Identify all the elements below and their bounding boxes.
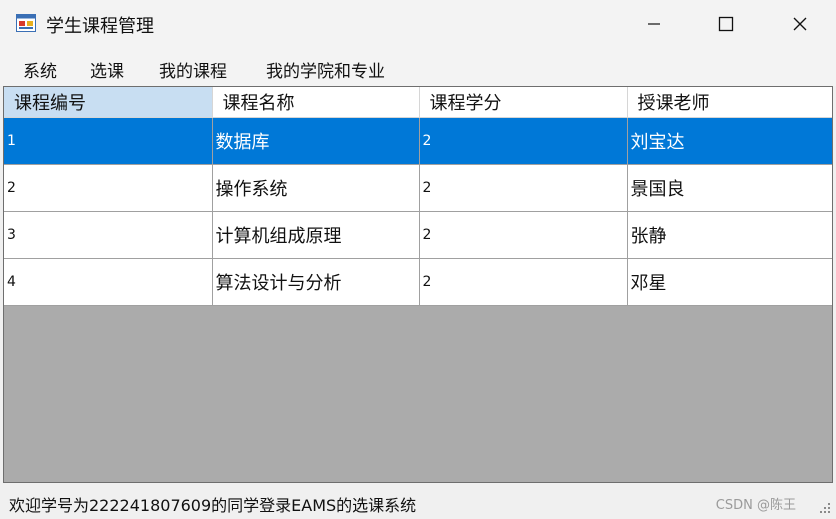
cell-course-id[interactable]: 2 bbox=[4, 164, 213, 212]
app-window: 学生课程管理 系统 选课 我的课程 我的学院和专业 课程编号 课程名称 课程学分… bbox=[0, 0, 836, 519]
watermark: CSDN @陈王 bbox=[715, 498, 796, 513]
cell-course-name[interactable]: 数据库 bbox=[212, 117, 420, 165]
cell-course-id[interactable]: 1 bbox=[4, 117, 213, 165]
cell-course-name[interactable]: 算法设计与分析 bbox=[212, 258, 420, 306]
close-button[interactable] bbox=[772, 0, 828, 48]
table-header-row: 课程编号 课程名称 课程学分 授课老师 bbox=[4, 87, 832, 118]
column-header-course-credits[interactable]: 课程学分 bbox=[419, 87, 628, 118]
table-row[interactable]: 1 数据库 2 刘宝达 bbox=[4, 117, 832, 165]
cell-teacher[interactable]: 邓星 bbox=[627, 258, 832, 306]
course-table: 课程编号 课程名称 课程学分 授课老师 1 数据库 2 刘宝达 2 操作系统 2 bbox=[4, 87, 832, 306]
menu-bar: 系统 选课 我的课程 我的学院和专业 bbox=[0, 48, 836, 86]
menu-item-system[interactable]: 系统 bbox=[21, 57, 59, 82]
status-label: 欢迎学号为222241807609的同学登录EAMS的选课系统 bbox=[9, 496, 417, 515]
cell-course-credits[interactable]: 2 bbox=[419, 211, 628, 259]
column-header-course-id[interactable]: 课程编号 bbox=[4, 87, 213, 118]
menu-item-my-college-major[interactable]: 我的学院和专业 bbox=[264, 57, 387, 82]
minimize-icon bbox=[648, 23, 660, 25]
status-bar: 欢迎学号为222241807609的同学登录EAMS的选课系统 CSDN @陈王 bbox=[0, 484, 836, 519]
table-row[interactable]: 2 操作系统 2 景国良 bbox=[4, 164, 832, 212]
cell-course-credits[interactable]: 2 bbox=[419, 117, 628, 165]
table-row[interactable]: 3 计算机组成原理 2 张静 bbox=[4, 211, 832, 259]
course-data-grid[interactable]: 课程编号 课程名称 课程学分 授课老师 1 数据库 2 刘宝达 2 操作系统 2 bbox=[3, 86, 833, 483]
maximize-button[interactable] bbox=[698, 0, 754, 48]
table-row[interactable]: 4 算法设计与分析 2 邓星 bbox=[4, 258, 832, 306]
cell-course-id[interactable]: 4 bbox=[4, 258, 213, 306]
cell-teacher[interactable]: 刘宝达 bbox=[627, 117, 832, 165]
menu-item-my-courses[interactable]: 我的课程 bbox=[157, 57, 229, 82]
maximize-icon bbox=[718, 16, 734, 32]
window-app-icon bbox=[16, 14, 36, 32]
resize-grip-icon[interactable] bbox=[818, 501, 832, 515]
cell-course-name[interactable]: 操作系统 bbox=[212, 164, 420, 212]
cell-teacher[interactable]: 景国良 bbox=[627, 164, 832, 212]
cell-course-name[interactable]: 计算机组成原理 bbox=[212, 211, 420, 259]
column-header-teacher[interactable]: 授课老师 bbox=[627, 87, 832, 118]
cell-course-credits[interactable]: 2 bbox=[419, 258, 628, 306]
column-header-course-name[interactable]: 课程名称 bbox=[212, 87, 420, 118]
menu-item-select-course[interactable]: 选课 bbox=[88, 57, 126, 82]
title-bar[interactable]: 学生课程管理 bbox=[0, 0, 836, 48]
cell-course-id[interactable]: 3 bbox=[4, 211, 213, 259]
minimize-button[interactable] bbox=[626, 0, 682, 48]
window-title: 学生课程管理 bbox=[46, 16, 154, 37]
cell-course-credits[interactable]: 2 bbox=[419, 164, 628, 212]
close-icon bbox=[793, 17, 807, 31]
cell-teacher[interactable]: 张静 bbox=[627, 211, 832, 259]
